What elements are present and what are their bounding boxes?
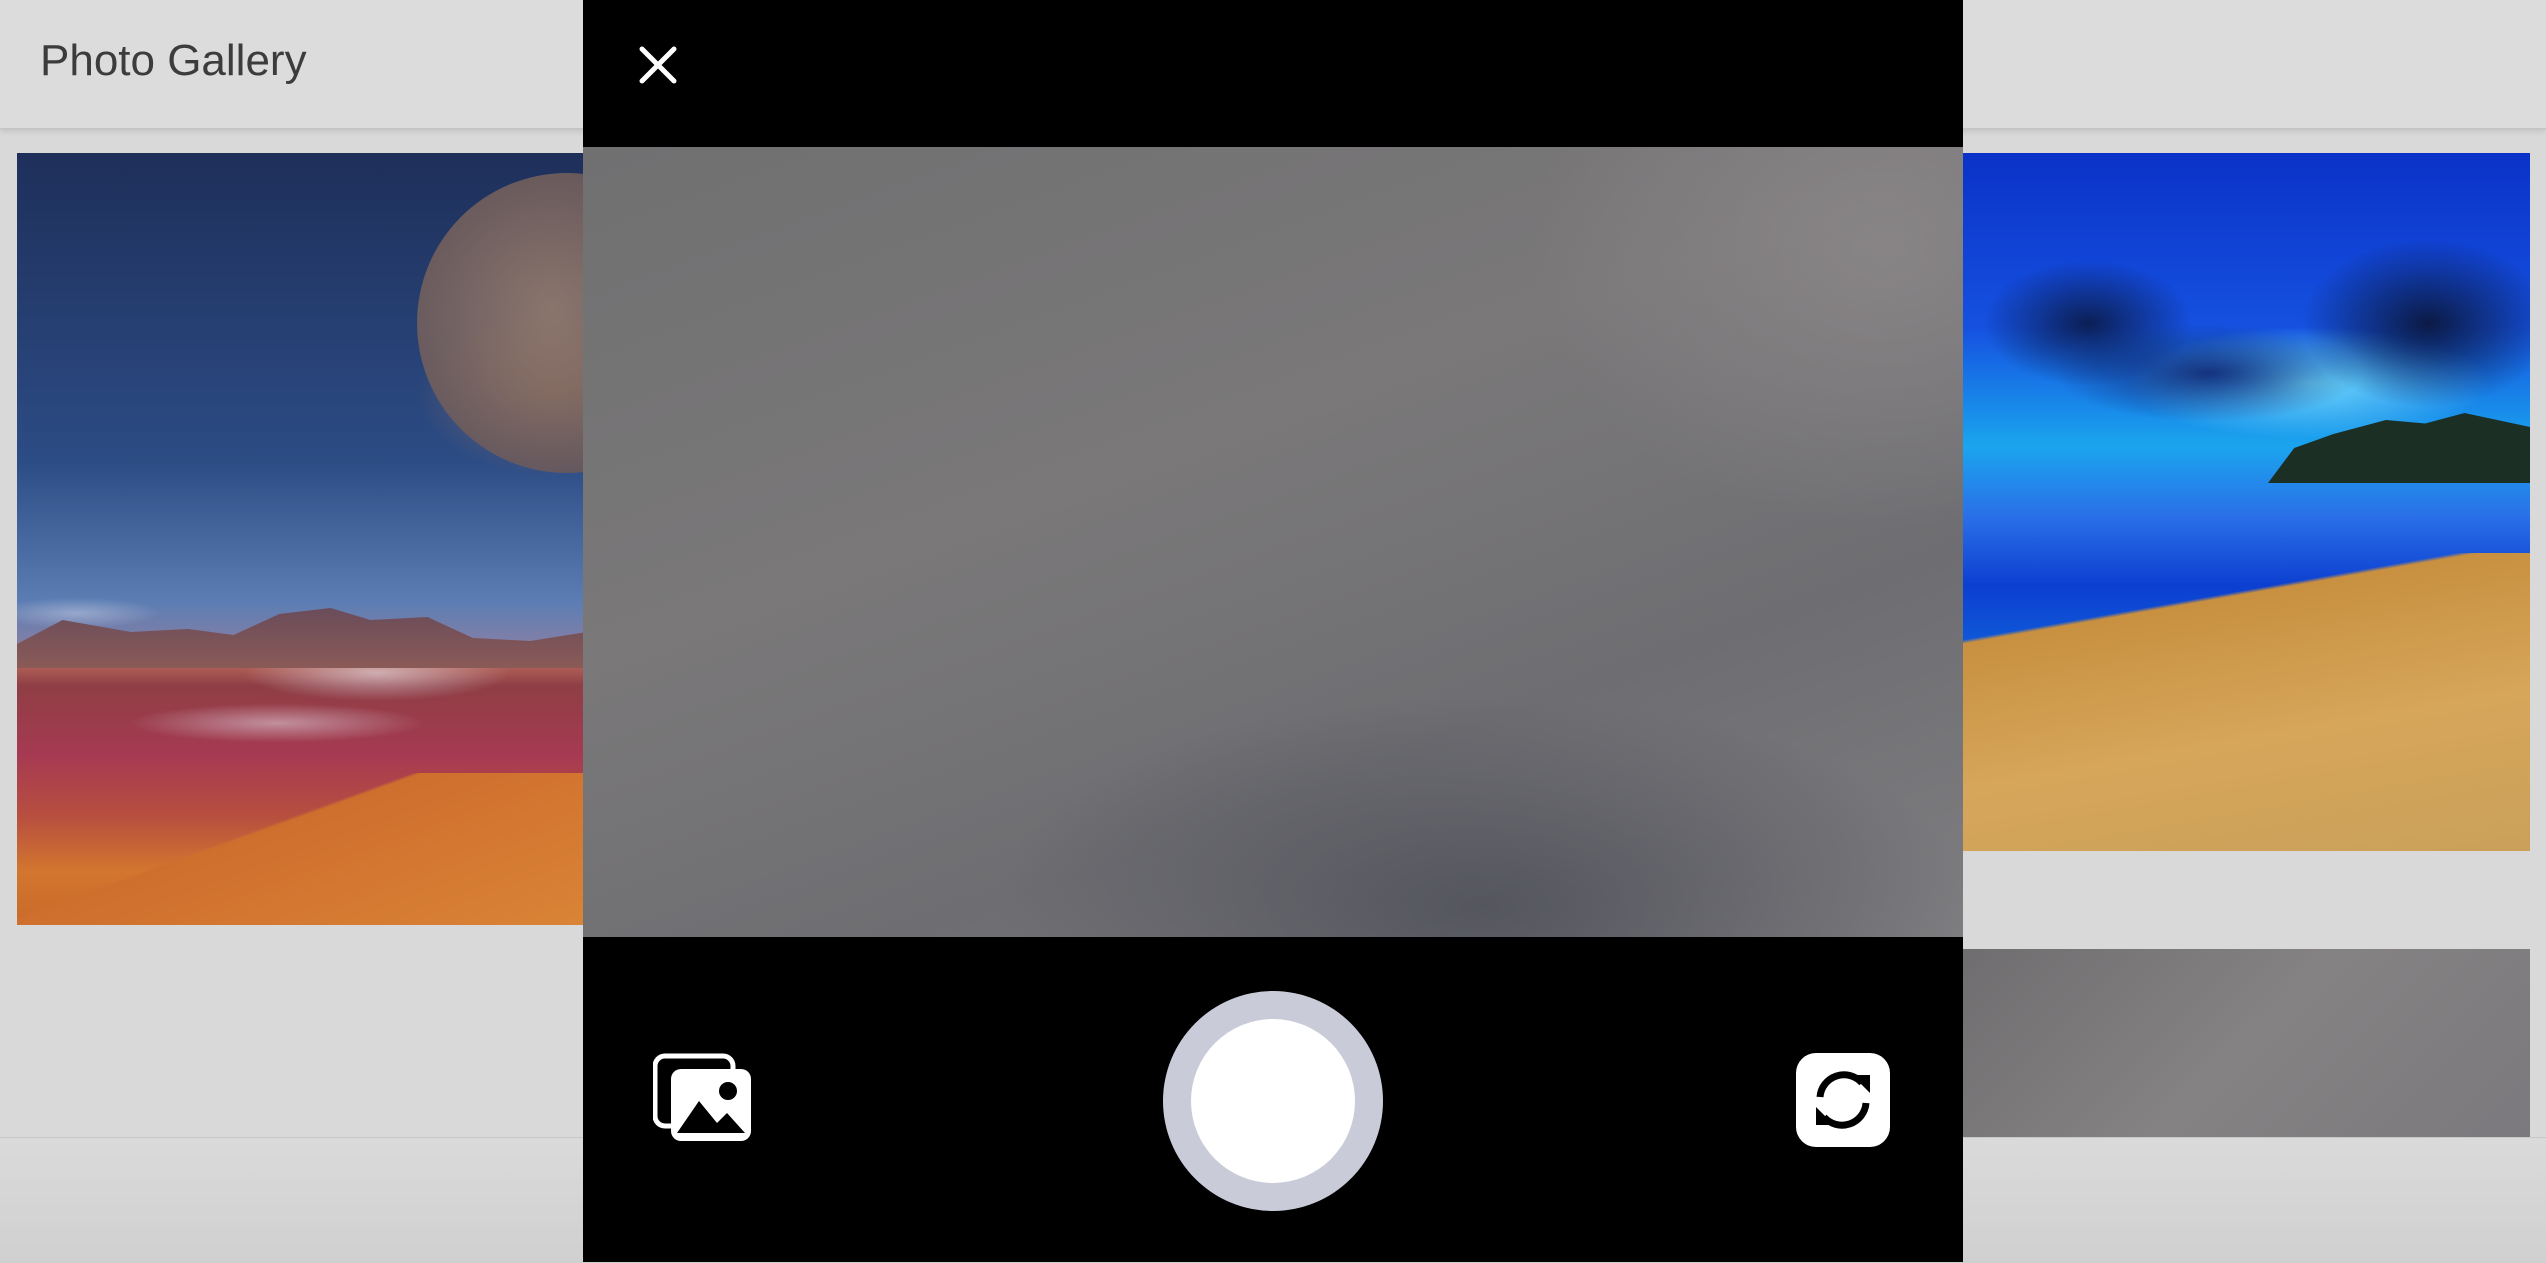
cliffs-shape bbox=[17, 608, 587, 668]
sand-shape bbox=[1958, 553, 2530, 851]
photo-library-icon bbox=[653, 1053, 751, 1141]
page-title: Photo Gallery bbox=[40, 36, 307, 85]
shutter-inner bbox=[1191, 1019, 1355, 1183]
camera-flip-icon bbox=[1816, 1071, 1870, 1129]
shutter-button[interactable] bbox=[1163, 991, 1383, 1211]
gallery-photo-desert[interactable] bbox=[17, 153, 587, 925]
gallery-photo-beach[interactable] bbox=[1958, 153, 2530, 851]
photo-gallery-app: Photo Gallery bbox=[0, 0, 2546, 1263]
flip-camera-button[interactable] bbox=[1796, 1053, 1890, 1147]
camera-overlay bbox=[583, 0, 1963, 1262]
photo-library-button[interactable] bbox=[653, 1053, 753, 1143]
moon-shape bbox=[417, 173, 587, 473]
gallery-photo-grey[interactable] bbox=[1958, 949, 2530, 1137]
camera-viewfinder bbox=[583, 147, 1963, 937]
close-icon bbox=[639, 46, 677, 84]
headland-shape bbox=[2268, 413, 2530, 483]
close-button[interactable] bbox=[633, 40, 683, 90]
shore-shape bbox=[17, 773, 587, 925]
